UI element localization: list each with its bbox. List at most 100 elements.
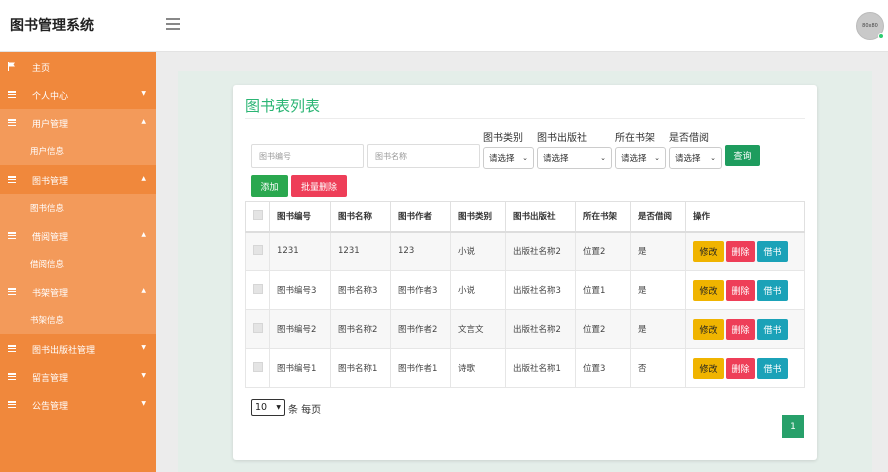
page-number-button[interactable]: 1 bbox=[782, 415, 804, 438]
borrow-button[interactable]: 借书 bbox=[757, 357, 788, 379]
publisher-select-value: 请选择 bbox=[543, 154, 569, 164]
actions-cell: 修改 删除 借书 bbox=[685, 231, 805, 271]
category-select[interactable]: 请选择 ⌄ bbox=[483, 147, 534, 169]
sidebar-item-borrow-management[interactable]: 借阅管理 ▲ bbox=[0, 222, 156, 250]
shelf-select[interactable]: 请选择 ⌄ bbox=[615, 147, 666, 169]
flag-icon bbox=[8, 62, 15, 71]
category-select-value: 请选择 bbox=[489, 154, 515, 164]
table-row: 图书编号3 图书名称3 图书作者3 小说 出版社名称3 位置1 是 修改 删除 借书 bbox=[245, 270, 805, 310]
sidebar-item-publisher-management[interactable]: 图书出版社管理 ▼ bbox=[0, 335, 156, 363]
row-checkbox[interactable] bbox=[253, 244, 263, 255]
row-checkbox[interactable] bbox=[253, 361, 263, 372]
chevron-down-icon: ⌄ bbox=[710, 154, 716, 162]
column-header: 所在书架 bbox=[575, 201, 631, 233]
book-table: 图书编号 图书名称 图书作者 图书类别 图书出版社 所在书架 是否借阅 操作 1… bbox=[245, 201, 805, 388]
sidebar-item-notice-management[interactable]: 公告管理 ▼ bbox=[0, 391, 156, 419]
column-header: 操作 bbox=[685, 201, 805, 233]
sidebar-item-label: 借阅管理 bbox=[32, 233, 69, 243]
delete-button[interactable]: 删除 bbox=[726, 240, 755, 262]
select-all-cell bbox=[245, 201, 270, 233]
add-button[interactable]: 添加 bbox=[251, 175, 288, 197]
list-icon bbox=[8, 232, 16, 239]
column-header: 图书名称 bbox=[330, 201, 391, 233]
chevron-up-icon: ▲ bbox=[141, 118, 146, 125]
row-checkbox[interactable] bbox=[253, 283, 263, 294]
table-cell: 出版社名称1 bbox=[505, 348, 576, 388]
online-status-dot bbox=[878, 33, 884, 39]
table-cell: 位置1 bbox=[575, 270, 631, 310]
sidebar-item-home[interactable]: 主页 bbox=[0, 53, 156, 81]
book-name-input[interactable]: 图书名称 bbox=[367, 144, 480, 168]
table-cell: 图书名称1 bbox=[330, 348, 391, 388]
borrowed-filter-label: 是否借阅 bbox=[669, 133, 709, 144]
borrowed-select[interactable]: 请选择 ⌄ bbox=[669, 147, 722, 169]
row-select-cell bbox=[245, 348, 270, 388]
table-cell: 图书名称2 bbox=[330, 309, 391, 349]
page-title: 图书表列表 bbox=[245, 97, 321, 115]
sidebar-item-book-management[interactable]: 图书管理 ▲ bbox=[0, 166, 156, 194]
chevron-down-icon: ⌄ bbox=[654, 154, 660, 162]
edit-button[interactable]: 修改 bbox=[693, 279, 724, 301]
page-size-select[interactable]: 10 ▼ bbox=[251, 399, 285, 416]
shelf-filter-label: 所在书架 bbox=[615, 133, 655, 144]
row-checkbox[interactable] bbox=[253, 322, 263, 333]
shelf-select-value: 请选择 bbox=[621, 154, 647, 164]
column-header: 图书类别 bbox=[450, 201, 506, 233]
borrow-button[interactable]: 借书 bbox=[757, 279, 788, 301]
sidebar: 主页 个人中心 ▼ 用户管理 ▲ 用户信息 图书管理 ▲ 图书信息 借阅管理 ▲… bbox=[0, 52, 156, 472]
table-cell: 文言文 bbox=[450, 309, 506, 349]
column-header: 图书出版社 bbox=[505, 201, 576, 233]
sidebar-item-user-management[interactable]: 用户管理 ▲ bbox=[0, 109, 156, 137]
table-cell: 位置2 bbox=[575, 231, 631, 271]
sidebar-item-user-info[interactable]: 用户信息 bbox=[0, 137, 156, 165]
search-button[interactable]: 查询 bbox=[725, 145, 760, 166]
column-header: 图书作者 bbox=[390, 201, 451, 233]
table-cell: 出版社名称2 bbox=[505, 309, 576, 349]
table-cell: 小说 bbox=[450, 231, 506, 271]
publisher-select[interactable]: 请选择 ⌄ bbox=[537, 147, 612, 169]
list-icon bbox=[8, 373, 16, 380]
menu-toggle-icon[interactable] bbox=[166, 18, 180, 30]
category-filter-label: 图书类别 bbox=[483, 133, 523, 144]
sidebar-item-borrow-info[interactable]: 借阅信息 bbox=[0, 250, 156, 278]
table-row: 图书编号2 图书名称2 图书作者2 文言文 出版社名称2 位置2 是 修改 删除借… bbox=[245, 309, 805, 349]
table-cell: 123 bbox=[390, 231, 451, 271]
sidebar-item-profile[interactable]: 个人中心 ▼ bbox=[0, 81, 156, 109]
sidebar-item-label: 用户信息 bbox=[30, 147, 65, 157]
borrow-button[interactable]: 借书 bbox=[757, 318, 788, 340]
chevron-up-icon: ▲ bbox=[141, 287, 146, 294]
borrow-button[interactable]: 借书 bbox=[757, 240, 788, 262]
sidebar-item-shelf-management[interactable]: 书架管理 ▲ bbox=[0, 278, 156, 306]
sidebar-item-label: 书架信息 bbox=[30, 316, 65, 326]
delete-button[interactable]: 删除 bbox=[726, 357, 755, 379]
chevron-up-icon: ▲ bbox=[141, 175, 146, 182]
book-no-input[interactable]: 图书编号 bbox=[251, 144, 364, 168]
sidebar-item-label: 公告管理 bbox=[32, 402, 69, 412]
chevron-down-icon: ⌄ bbox=[600, 154, 606, 162]
actions-cell: 修改 删除 借书 bbox=[685, 309, 805, 349]
delete-button[interactable]: 删除 bbox=[726, 279, 755, 301]
sidebar-item-shelf-info[interactable]: 书架信息 bbox=[0, 306, 156, 334]
edit-button[interactable]: 修改 bbox=[693, 357, 724, 379]
delete-button[interactable]: 删除 bbox=[726, 318, 755, 340]
batch-delete-button[interactable]: 批量删除 bbox=[291, 175, 347, 197]
chevron-down-icon: ▼ bbox=[141, 344, 146, 351]
list-icon bbox=[8, 91, 16, 98]
edit-button[interactable]: 修改 bbox=[693, 318, 724, 340]
table-cell: 图书编号2 bbox=[269, 309, 331, 349]
column-header: 是否借阅 bbox=[630, 201, 686, 233]
chevron-down-icon: ▼ bbox=[276, 404, 281, 411]
table-cell: 1231 bbox=[269, 231, 331, 271]
chevron-down-icon: ⌄ bbox=[522, 154, 528, 162]
edit-button[interactable]: 修改 bbox=[693, 240, 724, 262]
sidebar-item-book-info[interactable]: 图书信息 bbox=[0, 194, 156, 222]
divider bbox=[245, 118, 805, 119]
table-cell: 出版社名称2 bbox=[505, 231, 576, 271]
table-header-row: 图书编号 图书名称 图书作者 图书类别 图书出版社 所在书架 是否借阅 操作 bbox=[245, 201, 805, 233]
table-cell: 图书作者1 bbox=[390, 348, 451, 388]
book-list-card: 图书表列表 图书类别 图书出版社 所在书架 是否借阅 图书编号 图书名称 请选择… bbox=[233, 85, 817, 460]
sidebar-item-message-management[interactable]: 留言管理 ▼ bbox=[0, 363, 156, 391]
table-cell: 图书作者2 bbox=[390, 309, 451, 349]
table-cell: 1231 bbox=[330, 231, 391, 271]
select-all-checkbox[interactable] bbox=[253, 209, 263, 220]
